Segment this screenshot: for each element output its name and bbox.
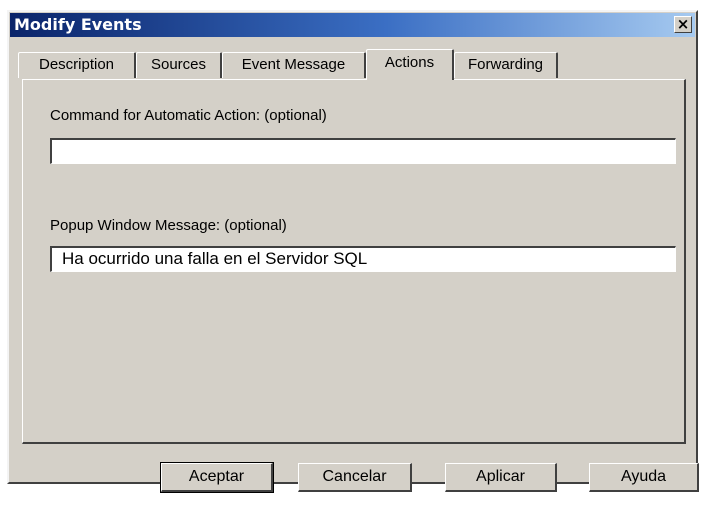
apply-button[interactable]: Aplicar <box>445 463 557 492</box>
dialog-title: Modify Events <box>14 15 142 34</box>
tab-event-message[interactable]: Event Message <box>222 52 366 78</box>
cancel-button[interactable]: Cancelar <box>298 463 412 492</box>
close-icon[interactable]: × <box>674 16 692 33</box>
help-button[interactable]: Ayuda <box>589 463 699 492</box>
tab-forwarding[interactable]: Forwarding <box>454 52 558 78</box>
tab-sources[interactable]: Sources <box>136 52 222 78</box>
tab-description[interactable]: Description <box>18 52 136 78</box>
actions-tab-panel <box>22 79 686 444</box>
accept-button[interactable]: Aceptar <box>160 462 274 493</box>
title-bar[interactable]: Modify Events × <box>10 13 695 37</box>
tab-actions[interactable]: Actions <box>366 49 454 80</box>
